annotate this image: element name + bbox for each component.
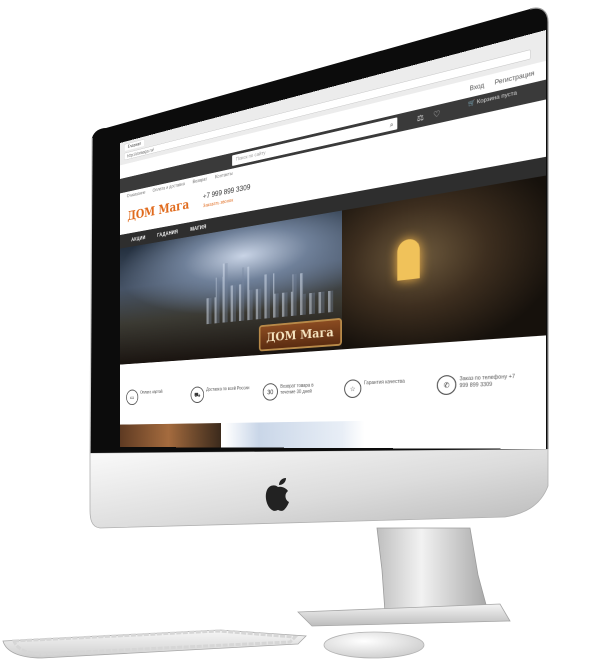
banner-sign-text: ДОМ Мага <box>266 325 334 345</box>
login-link[interactable]: Вход <box>470 81 485 92</box>
feature-text: Оплата картой <box>140 389 163 395</box>
card-icon: ▭ <box>126 389 139 406</box>
return-30-icon: 30 <box>262 382 278 401</box>
truck-icon: ⛟ <box>190 386 205 404</box>
feature-item: ☆ Гарантия качества <box>344 374 424 407</box>
search-icon[interactable]: ⌕ <box>390 120 394 129</box>
feature-item: ⛟ Доставка по всей России <box>190 382 253 410</box>
banner-glowing-window <box>397 237 420 281</box>
feature-item: 30 Возврат товара в течение 30 дней <box>262 379 333 409</box>
feature-text: Доставка по всей России <box>206 385 250 393</box>
cart-icon: 🛒 <box>467 99 476 108</box>
favorites-icon[interactable]: ♡ <box>433 109 440 119</box>
keyboard <box>2 629 307 659</box>
feature-text: Заказ по телефону +7 999 899 3309 <box>459 373 516 389</box>
feature-item: ✆ Заказ по телефону +7 999 899 3309 <box>436 369 529 404</box>
feature-text: Гарантия качества <box>364 378 405 386</box>
star-badge-icon: ☆ <box>344 379 362 399</box>
banner-sign: ДОМ Мага <box>258 317 342 352</box>
site-logo[interactable]: ДОМ Мага <box>127 197 189 224</box>
product-strip[interactable] <box>120 418 546 449</box>
banner-city-illustration <box>207 241 334 325</box>
phone-icon: ✆ <box>436 374 457 396</box>
imac-chin <box>89 448 549 529</box>
compare-icon[interactable]: ⚖ <box>417 113 424 123</box>
magic-mouse <box>323 631 425 659</box>
feature-item: ▭ Оплата картой <box>126 386 182 413</box>
feature-text: Возврат товара в течение 30 дней <box>280 382 314 396</box>
search-placeholder: Поиск по сайту <box>235 150 266 163</box>
imac-stand <box>376 527 489 613</box>
